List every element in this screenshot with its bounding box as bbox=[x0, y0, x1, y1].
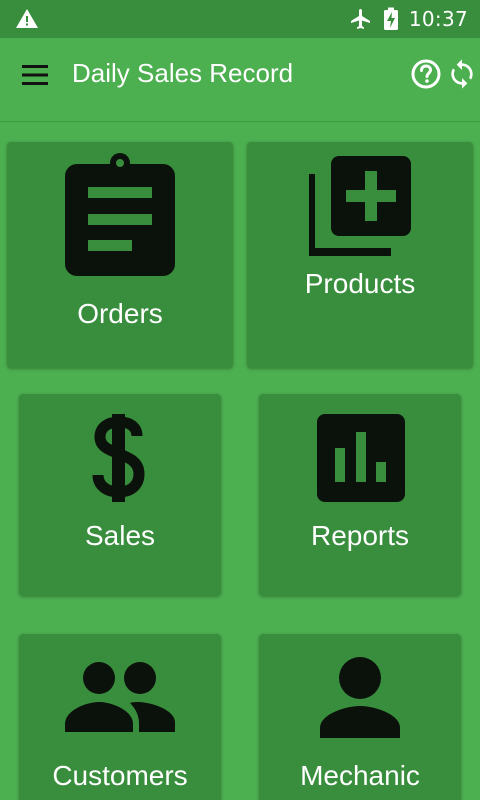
dollar-icon bbox=[92, 414, 145, 502]
clock-time: 10:37 bbox=[408, 7, 468, 31]
tile-orders[interactable]: Orders bbox=[7, 142, 233, 368]
airplane-mode-icon bbox=[350, 9, 370, 29]
page-title: Daily Sales Record bbox=[72, 58, 294, 88]
menu-icon[interactable] bbox=[20, 62, 52, 88]
add-to-library-icon bbox=[309, 156, 411, 256]
people-icon bbox=[65, 662, 175, 732]
tile-label-reports: Reports bbox=[310, 520, 410, 551]
app-bar: Daily Sales Record bbox=[0, 38, 480, 122]
tile-reports[interactable]: Reports bbox=[259, 394, 461, 596]
tile-sales[interactable]: Sales bbox=[19, 394, 221, 596]
status-bar: 10:37 bbox=[0, 0, 480, 38]
tile-mechanic[interactable]: Mechanic bbox=[259, 634, 461, 800]
tile-products[interactable]: Products bbox=[247, 142, 473, 368]
sync-icon[interactable] bbox=[446, 58, 478, 90]
bar-chart-icon bbox=[317, 414, 405, 502]
warning-icon bbox=[16, 9, 38, 28]
battery-charging-icon bbox=[383, 7, 398, 30]
tile-label-orders: Orders bbox=[77, 298, 163, 329]
person-icon bbox=[320, 657, 400, 738]
help-icon[interactable] bbox=[410, 58, 442, 90]
tile-label-products: Products bbox=[304, 268, 416, 299]
tile-label-mechanic: Mechanic bbox=[300, 760, 420, 791]
tile-label-customers: Customers bbox=[52, 760, 188, 791]
clipboard-icon bbox=[65, 153, 175, 276]
tile-customers[interactable]: Customers bbox=[19, 634, 221, 800]
tile-label-sales: Sales bbox=[84, 520, 156, 551]
